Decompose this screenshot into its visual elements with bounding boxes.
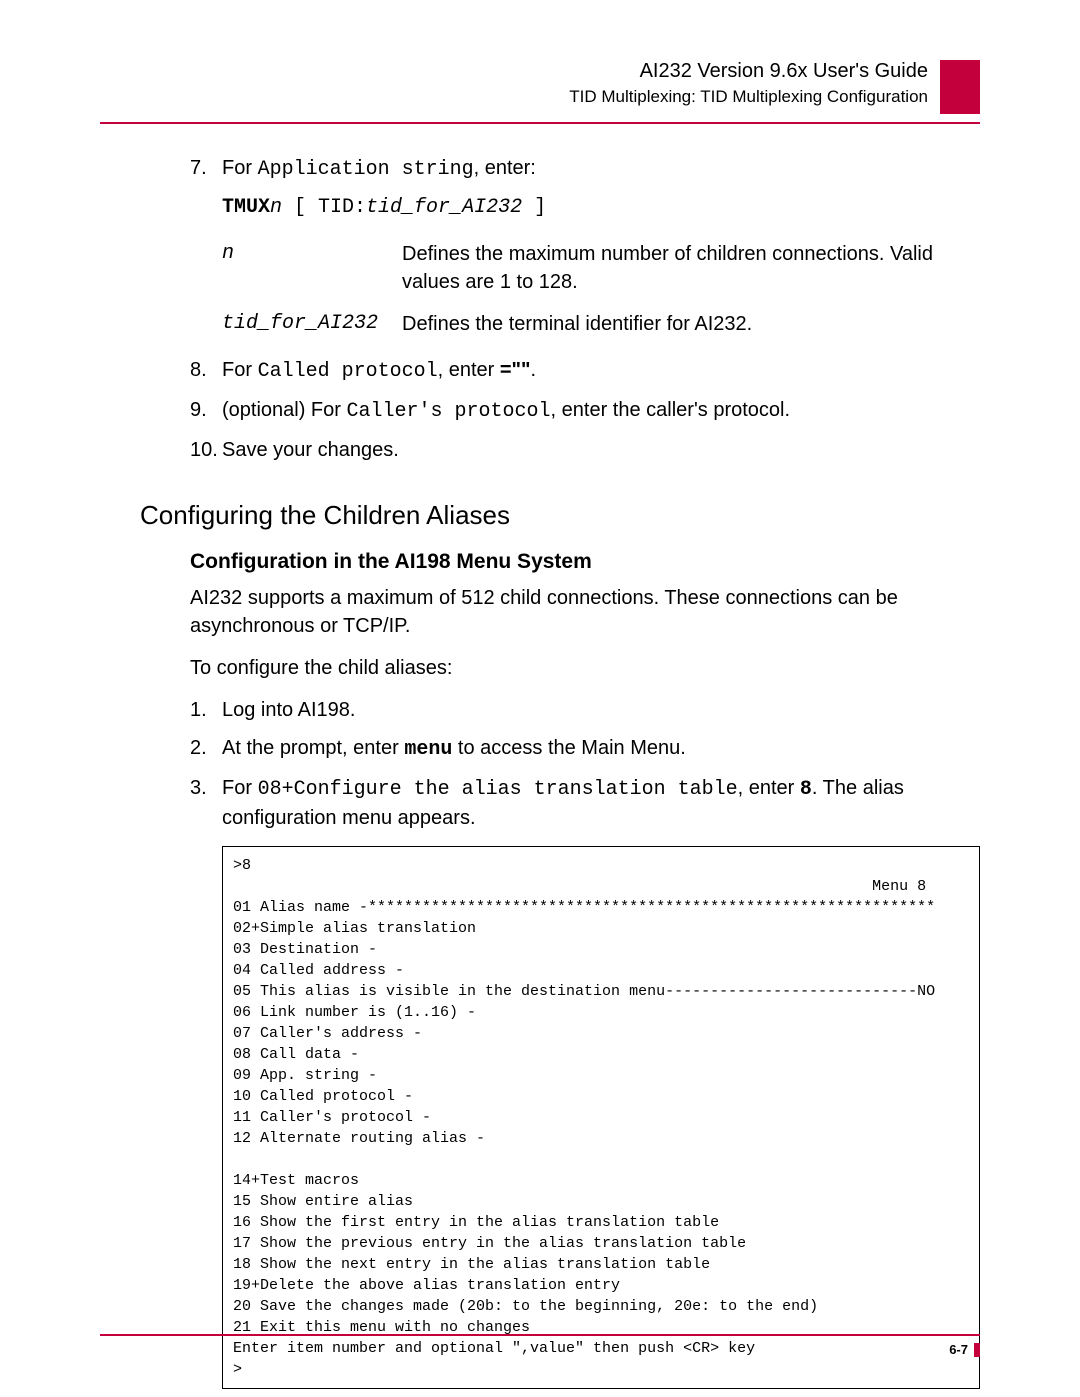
- subsection-heading: Configuration in the AI198 Menu System: [190, 547, 980, 576]
- step-number: 10.: [190, 436, 222, 464]
- code-text: Called protocol: [258, 360, 438, 383]
- header-title: AI232 Version 9.6x User's Guide: [569, 60, 928, 83]
- page-header: AI232 Version 9.6x User's Guide TID Mult…: [100, 60, 980, 114]
- footer-divider: [100, 1334, 980, 1336]
- command: menu: [404, 738, 452, 761]
- step-number: 2.: [190, 734, 222, 764]
- header-divider: [100, 122, 980, 124]
- step-8: 8. For Called protocol, enter ="".: [190, 356, 980, 386]
- child-step-2: 2. At the prompt, enter menu to access t…: [190, 734, 980, 764]
- page-footer: 6-7: [100, 1334, 980, 1357]
- text: For: [222, 157, 258, 179]
- cmd-tmux: TMUX: [222, 196, 270, 219]
- step-number: 8.: [190, 356, 222, 386]
- cmd-close: ]: [522, 196, 546, 219]
- text: For: [222, 777, 258, 799]
- step-10: 10. Save your changes.: [190, 436, 980, 464]
- step-number: 1.: [190, 696, 222, 724]
- definition-list: n Defines the maximum number of children…: [222, 240, 980, 338]
- paragraph: To configure the child aliases:: [190, 654, 980, 682]
- text: , enter the caller's protocol.: [551, 399, 791, 421]
- cmd-bracket: [ TID:: [282, 196, 366, 219]
- text: , enter: [738, 777, 800, 799]
- code-text: Caller's protocol: [347, 400, 551, 423]
- page-number-wrap: 6-7: [100, 1342, 980, 1357]
- command-line: TMUXn [ TID:tid_for_AI232 ]: [222, 194, 980, 222]
- step-body: At the prompt, enter menu to access the …: [222, 734, 980, 764]
- def-body: Defines the maximum number of children c…: [402, 240, 980, 296]
- step-body: For 08+Configure the alias translation t…: [222, 774, 980, 832]
- text: (optional) For: [222, 399, 347, 421]
- cmd-n: n: [270, 196, 282, 219]
- step-number: 7.: [190, 154, 222, 184]
- text: to access the Main Menu.: [452, 737, 685, 759]
- step-number: 9.: [190, 396, 222, 426]
- def-row-n: n Defines the maximum number of children…: [222, 240, 980, 296]
- paragraph: AI232 supports a maximum of 512 child co…: [190, 584, 980, 640]
- def-term: n: [222, 240, 402, 296]
- page: AI232 Version 9.6x User's Guide TID Mult…: [0, 0, 1080, 1397]
- def-row-tid: tid_for_AI232 Defines the terminal ident…: [222, 310, 980, 338]
- cmd-tid: tid_for_AI232: [366, 196, 522, 219]
- step-body: For Called protocol, enter ="".: [222, 356, 980, 386]
- section-heading: Configuring the Children Aliases: [140, 500, 980, 531]
- step-body: (optional) For Caller's protocol, enter …: [222, 396, 980, 426]
- header-red-box: [940, 60, 980, 114]
- child-step-1: 1. Log into AI198.: [190, 696, 980, 724]
- code-text: Application string: [258, 158, 474, 181]
- code-text: ="": [500, 359, 531, 381]
- step-number: 3.: [190, 774, 222, 832]
- step-body: For Application string, enter:: [222, 154, 980, 184]
- text: At the prompt, enter: [222, 737, 404, 759]
- step-body: Save your changes.: [222, 436, 980, 464]
- def-term: tid_for_AI232: [222, 310, 402, 338]
- command: 8: [800, 778, 812, 801]
- section-body: Configuration in the AI198 Menu System A…: [190, 547, 980, 1389]
- menu-screen-box: >8 Menu 8 01 Alias name -***************…: [222, 846, 980, 1389]
- step-7: 7. For Application string, enter:: [190, 154, 980, 184]
- step-9: 9. (optional) For Caller's protocol, ent…: [190, 396, 980, 426]
- step-body: Log into AI198.: [222, 696, 980, 724]
- text: , enter: [438, 359, 500, 381]
- page-number: 6-7: [949, 1342, 968, 1357]
- text: For: [222, 359, 258, 381]
- code-text: 08+Configure the alias translation table: [258, 778, 738, 801]
- header-subtitle: TID Multiplexing: TID Multiplexing Confi…: [569, 87, 928, 107]
- text: .: [531, 359, 537, 381]
- content-body: 7. For Application string, enter: TMUXn …: [190, 154, 980, 464]
- text: , enter:: [474, 157, 536, 179]
- footer-red-marker: [974, 1343, 980, 1357]
- header-text: AI232 Version 9.6x User's Guide TID Mult…: [569, 60, 928, 107]
- child-step-3: 3. For 08+Configure the alias translatio…: [190, 774, 980, 832]
- def-body: Defines the terminal identifier for AI23…: [402, 310, 980, 338]
